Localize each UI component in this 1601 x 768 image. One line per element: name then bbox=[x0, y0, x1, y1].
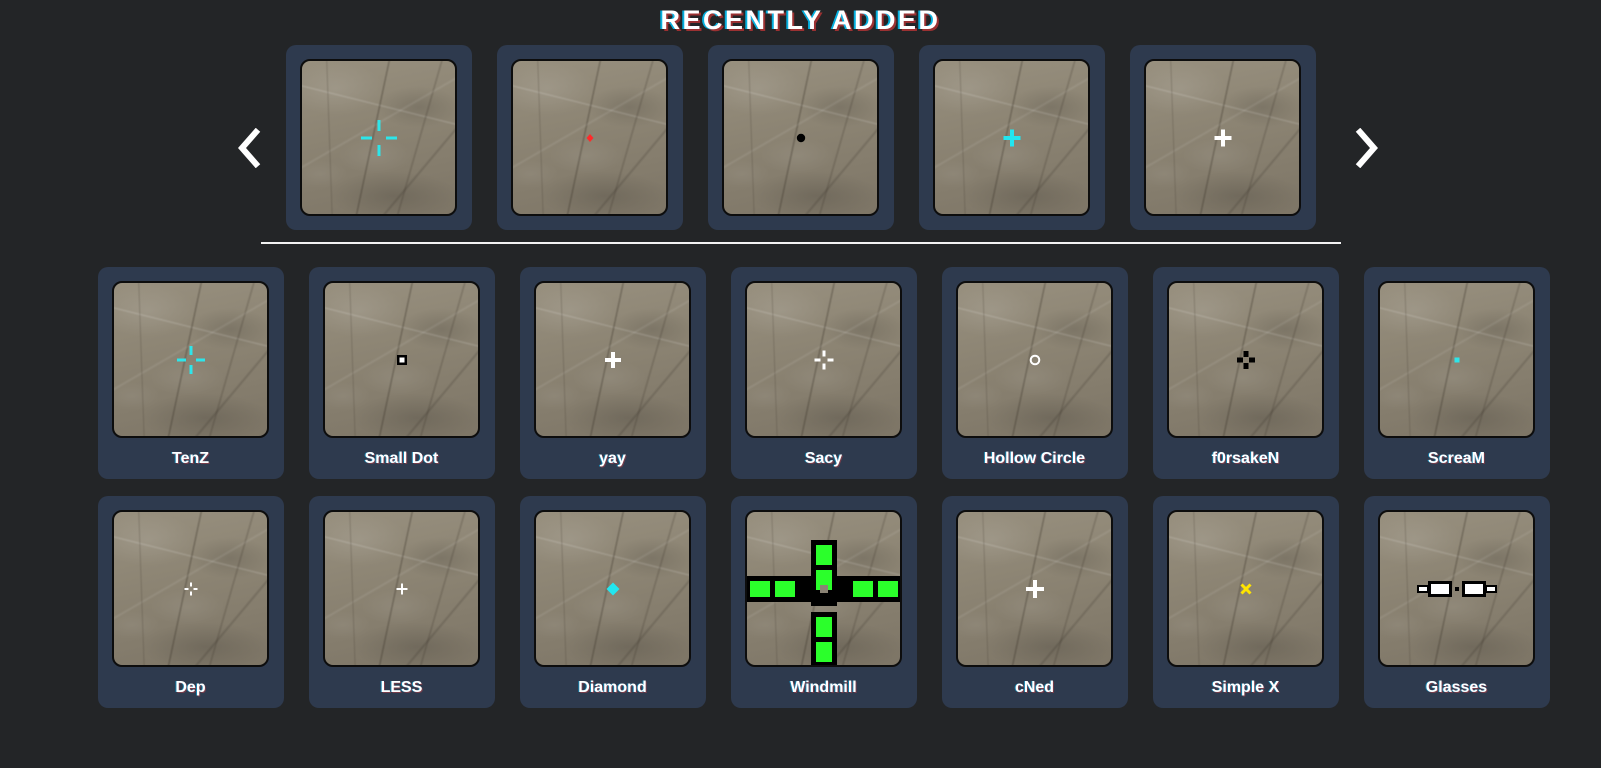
white-tiny-gapped-cross-icon bbox=[114, 512, 267, 665]
crosshair-grid-row: Dep LESS Diamond Windmill cNed Simple X … bbox=[0, 496, 1601, 708]
chevron-right-icon bbox=[1354, 127, 1380, 168]
crosshair-card[interactable] bbox=[707, 45, 894, 230]
white-hollow-circle-icon bbox=[958, 283, 1111, 436]
crosshair-card[interactable] bbox=[285, 45, 472, 230]
crosshair-name: Dep bbox=[175, 679, 206, 696]
cyan-diamond-icon bbox=[536, 512, 689, 665]
black-thick-gapped-cross-icon bbox=[1169, 283, 1322, 436]
crosshair-name: ScreaM bbox=[1428, 450, 1485, 467]
crosshair-preview bbox=[745, 281, 902, 438]
crosshair-preview bbox=[933, 59, 1090, 216]
crosshair-card-simple-x[interactable]: Simple X bbox=[1152, 496, 1339, 708]
crosshair-card-yay[interactable]: yay bbox=[519, 267, 706, 479]
crosshair-name: cNed bbox=[1014, 679, 1055, 696]
crosshair-card-glasses[interactable]: Glasses bbox=[1363, 496, 1550, 708]
crosshair-name: Glasses bbox=[1425, 679, 1488, 696]
crosshair-preview bbox=[323, 510, 480, 667]
crosshair-preview bbox=[1378, 281, 1535, 438]
crosshair-preview bbox=[511, 59, 668, 216]
crosshair-card-hollow-circle[interactable]: Hollow Circle bbox=[941, 267, 1128, 479]
black-glasses-icon bbox=[1380, 512, 1533, 665]
crosshair-card[interactable] bbox=[918, 45, 1105, 230]
white-gapped-cross-icon bbox=[747, 283, 900, 436]
crosshair-name: yay bbox=[599, 450, 626, 467]
crosshair-card-scream[interactable]: ScreaM bbox=[1363, 267, 1550, 479]
crosshair-card-small-dot[interactable]: Small Dot bbox=[308, 267, 495, 479]
yellow-x-icon bbox=[1169, 512, 1322, 665]
crosshair-name: Hollow Circle bbox=[983, 450, 1086, 467]
crosshair-preview bbox=[956, 281, 1113, 438]
crosshair-card[interactable] bbox=[496, 45, 683, 230]
cyan-small-plus-icon bbox=[935, 61, 1088, 214]
crosshair-name: Sacy bbox=[804, 450, 843, 467]
white-dot-outline-icon bbox=[325, 283, 478, 436]
crosshair-preview bbox=[112, 281, 269, 438]
crosshair-preview bbox=[1167, 510, 1324, 667]
crosshair-preview bbox=[323, 281, 480, 438]
crosshair-name: LESS bbox=[380, 679, 423, 696]
carousel-next-button[interactable] bbox=[1344, 117, 1390, 179]
black-dot-icon bbox=[724, 61, 877, 214]
green-segmented-cross-icon bbox=[747, 512, 900, 665]
white-small-plus-icon bbox=[958, 512, 1111, 665]
crosshair-card-sacy[interactable]: Sacy bbox=[730, 267, 917, 479]
white-tiny-plus-icon bbox=[325, 512, 478, 665]
crosshair-card-dep[interactable]: Dep bbox=[97, 496, 284, 708]
crosshair-preview bbox=[1167, 281, 1324, 438]
crosshair-preview bbox=[1144, 59, 1301, 216]
crosshair-name: Windmill bbox=[790, 679, 857, 696]
crosshair-preview bbox=[722, 59, 879, 216]
crosshair-preview bbox=[112, 510, 269, 667]
white-small-plus-icon bbox=[536, 283, 689, 436]
crosshair-card-windmill[interactable]: Windmill bbox=[730, 496, 917, 708]
crosshair-preview bbox=[956, 510, 1113, 667]
crosshair-card-cned[interactable]: cNed bbox=[941, 496, 1128, 708]
cyan-gapped-cross-icon bbox=[302, 61, 455, 214]
crosshair-name: f0rsakeN bbox=[1211, 450, 1280, 467]
page-title: RECENTLY ADDED bbox=[660, 5, 941, 35]
section-divider bbox=[260, 242, 1341, 244]
crosshair-preview bbox=[300, 59, 457, 216]
crosshair-card[interactable] bbox=[1129, 45, 1316, 230]
crosshair-card-tenz[interactable]: TenZ bbox=[97, 267, 284, 479]
cyan-gapped-cross-icon bbox=[114, 283, 267, 436]
crosshair-name: Simple X bbox=[1211, 679, 1280, 696]
crosshair-grid-row: TenZ Small Dot yay Sacy Hollow Circle f0… bbox=[0, 267, 1601, 479]
crosshair-preview bbox=[534, 510, 691, 667]
crosshair-preview bbox=[745, 510, 902, 667]
recently-added-carousel bbox=[0, 45, 1601, 250]
crosshair-card-f0rsaken[interactable]: f0rsakeN bbox=[1152, 267, 1339, 479]
cyan-tiny-dot-icon bbox=[1380, 283, 1533, 436]
white-small-plus-icon bbox=[1146, 61, 1299, 214]
crosshair-name: Diamond bbox=[578, 679, 647, 696]
crosshair-name: Small Dot bbox=[364, 450, 439, 467]
crosshair-preview bbox=[1378, 510, 1535, 667]
crosshair-preview bbox=[534, 281, 691, 438]
crosshair-card-diamond[interactable]: Diamond bbox=[519, 496, 706, 708]
crosshair-card-less[interactable]: LESS bbox=[308, 496, 495, 708]
crosshair-name: TenZ bbox=[171, 450, 210, 467]
tiny-red-diamond-icon bbox=[513, 61, 666, 214]
chevron-left-icon bbox=[236, 127, 262, 168]
carousel-prev-button[interactable] bbox=[226, 117, 272, 179]
